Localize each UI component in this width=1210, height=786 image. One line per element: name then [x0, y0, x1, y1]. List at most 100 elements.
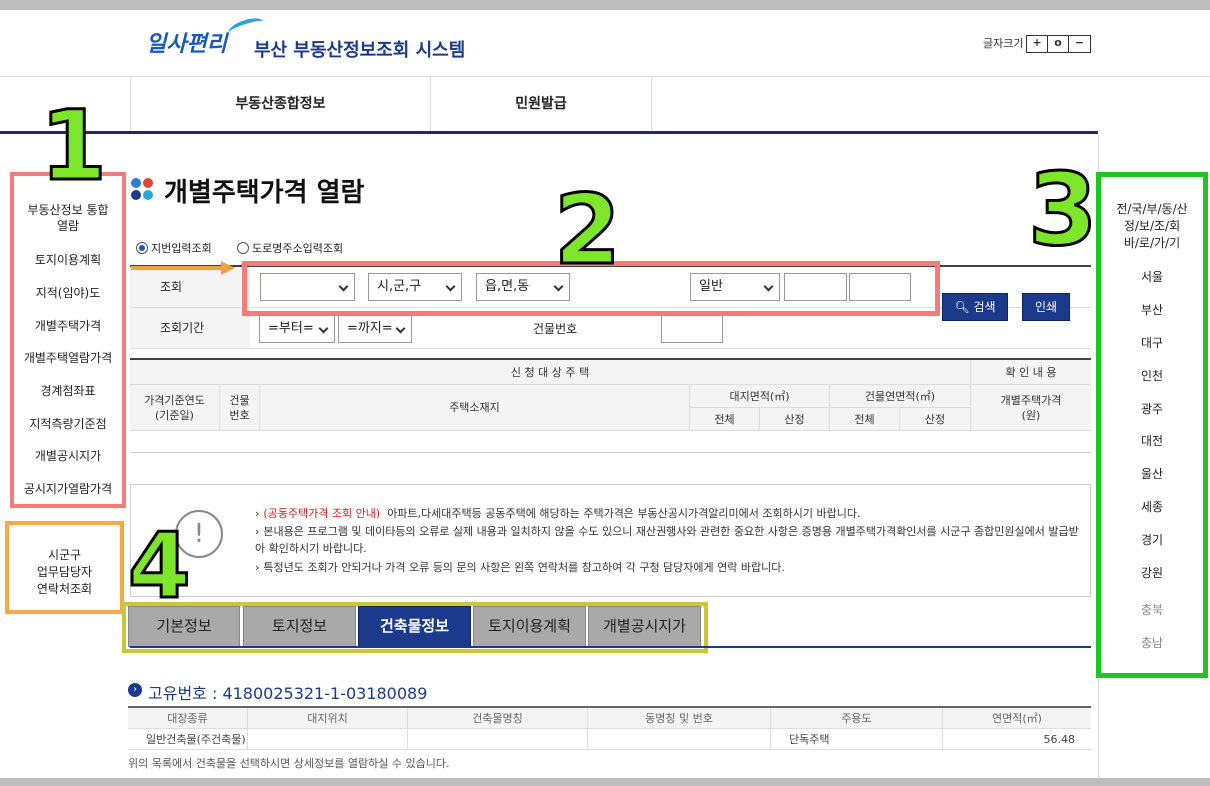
region-link-chungnam[interactable]: 충남 — [1101, 635, 1203, 652]
font-increase-button[interactable]: + — [1027, 36, 1048, 52]
region-link-gangwon[interactable]: 강원 — [1101, 565, 1203, 582]
col-land-total: 전체 — [690, 408, 760, 431]
unique-id-label: 고유번호 : 4180025321-1-03180089 — [148, 684, 428, 703]
radio-jibun-label: 지번입력조회 — [151, 242, 212, 255]
font-reset-button[interactable]: o — [1048, 36, 1069, 52]
region-link-daegu[interactable]: 대구 — [1101, 335, 1203, 352]
font-size-label: 글자크기 — [983, 37, 1024, 50]
bld-col-main-use: 주용도 — [771, 708, 943, 729]
group-header-target: 신 청 대 상 주 택 — [130, 360, 971, 385]
annotation-number-1: 1 — [39, 90, 109, 202]
menu-item-real-estate-info[interactable]: 부동산종합정보 — [131, 77, 431, 131]
chevron-down-icon — [318, 323, 329, 334]
tab-underline — [130, 646, 1091, 648]
col-house-price: 개별주택가격 (원) — [971, 385, 1091, 431]
region-link-sejong[interactable]: 세종 — [1101, 499, 1203, 516]
region-link-ulsan[interactable]: 울산 — [1101, 466, 1203, 483]
region-link-gyeonggi[interactable]: 경기 — [1101, 532, 1203, 549]
region-link-gwangju[interactable]: 광주 — [1101, 401, 1203, 418]
building-no-label: 건물번호 — [533, 322, 578, 336]
table-row-location[interactable] — [248, 729, 408, 750]
region-link-chungbuk[interactable]: 충북 — [1101, 602, 1203, 619]
bottom-bar — [0, 778, 1210, 786]
print-button[interactable]: 인쇄 — [1022, 293, 1070, 321]
sidebar-item-survey-point[interactable]: 지적측량기준점 — [14, 416, 122, 432]
col-land-area: 대지면적(㎡) — [690, 385, 830, 408]
notice-line-1-text: 아파트,다세대주택등 공동주택에 해당하는 주택가격은 부동산공시가격알리미에서… — [387, 507, 861, 520]
sidebar-item-land-use-plan[interactable]: 토지이용계획 — [14, 252, 122, 268]
building-no-input[interactable] — [661, 315, 723, 343]
table-row-floor-area[interactable]: 56.48 — [943, 729, 1091, 750]
radio-road-label: 도로명주소입력조회 — [252, 242, 344, 255]
period-from-select[interactable]: =부터= — [259, 315, 335, 343]
quick-nav-title: 전/국/부/동/산 정/보/조/회 바/로/가/기 — [1116, 202, 1188, 250]
col-building-total: 전체 — [830, 408, 900, 431]
col-address: 주택소재지 — [260, 385, 690, 431]
title-dots-icon — [131, 178, 155, 202]
radio-jibun[interactable]: 지번입력조회 — [136, 240, 212, 256]
bld-col-location: 대지위치 — [248, 708, 408, 729]
main-menu: 부동산종합정보 민원발급 — [130, 77, 652, 131]
sidebar-item-cadastral-map[interactable]: 지적(임야)도 — [14, 285, 122, 301]
chevron-down-icon — [395, 323, 406, 334]
chevron-right-icon: › — [128, 683, 142, 697]
results-table: 신 청 대 상 주 택 확 인 내 용 가격기준연도 (기준일) 건물 번호 주… — [130, 358, 1091, 431]
right-quick-nav: 전/국/부/동/산 정/보/조/회 바/로/가/기 서울 부산 대구 인천 광주… — [1096, 172, 1208, 678]
bullet-icon: › — [255, 507, 260, 520]
left-sidebar: 부동산정보 통합 열람 토지이용계획 지적(임야)도 개별주택가격 개별주택열람… — [10, 172, 126, 508]
region-link-busan[interactable]: 부산 — [1101, 302, 1203, 319]
col-building-area: 건물연면적(㎡) — [830, 385, 971, 408]
sidebar-item-integrated[interactable]: 부동산정보 통합 열람 — [14, 202, 122, 234]
menu-item-civil-service[interactable]: 민원발급 — [431, 77, 652, 131]
bld-col-dong: 동명칭 및 번호 — [588, 708, 771, 729]
sidebar-item-land-price-view[interactable]: 공시지가열람가격 — [14, 481, 122, 497]
region-link-daejeon[interactable]: 대전 — [1101, 433, 1203, 450]
contact-lookup-box[interactable]: 시군구 업무담당자 연락처조회 — [5, 521, 124, 614]
results-bottom-line — [130, 452, 1091, 453]
building-table: 대장종류 대지위치 건축물명칭 동명칭 및 번호 주용도 연면적(㎡) 일반건축… — [128, 706, 1091, 750]
page-title: 개별주택가격 열람 — [164, 178, 365, 208]
contact-line-1: 시군구 — [47, 548, 82, 562]
table-row-main-use[interactable]: 단독주택 — [771, 729, 943, 750]
radio-checked-icon — [136, 242, 148, 254]
search-button-label: 검색 — [973, 300, 996, 314]
bullet-icon: › — [255, 525, 260, 538]
notice-line-2: › 본내용은 프로그램 및 데이타등의 오류로 실제 내용과 일치하지 않을 수도… — [255, 523, 1085, 557]
contact-line-3: 연락처조회 — [36, 582, 93, 596]
radio-road-address[interactable]: 도로명주소입력조회 — [237, 240, 343, 256]
building-table-note: 위의 목록에서 건축물을 선택하시면 상세정보를 열람하실 수 있습니다. — [128, 757, 450, 770]
period-row-label: 조회기간 — [130, 308, 250, 348]
period-to-value: =까지= — [347, 321, 393, 336]
table-row-name[interactable] — [408, 729, 588, 750]
annotation-number-3: 3 — [1027, 151, 1100, 268]
annotation-arrow — [131, 266, 223, 270]
annotation-arrow-head-icon — [221, 261, 235, 275]
bullet-icon: › — [255, 561, 260, 574]
notice-line-3-text: 특정년도 조회가 안되거나 가격 오류 등의 문의 사항은 왼쪽 연락처를 참고… — [263, 561, 785, 574]
logo[interactable]: 일사편리 — [146, 26, 227, 58]
sidebar-item-house-price-view[interactable]: 개별주택열람가격 — [14, 350, 122, 366]
period-to-select[interactable]: =까지= — [338, 315, 412, 343]
table-row-dong[interactable] — [588, 729, 771, 750]
font-decrease-button[interactable]: − — [1069, 36, 1090, 52]
notice-line-1: › (공동주택가격 조회 안내) 아파트,다세대주택등 공동주택에 해당하는 주택… — [255, 505, 1085, 522]
top-bar — [0, 0, 1210, 10]
col-land-calc: 산정 — [760, 408, 830, 431]
notice-apartment-link[interactable]: (공동주택가격 조회 안내) — [263, 507, 380, 520]
col-price-year: 가격기준연도 (기준일) — [130, 385, 220, 431]
region-link-incheon[interactable]: 인천 — [1101, 368, 1203, 385]
sidebar-item-boundary-coords[interactable]: 경계점좌표 — [14, 383, 122, 399]
contact-line-2: 업무담당자 — [36, 565, 93, 579]
sidebar-item-house-price[interactable]: 개별주택가격 — [14, 318, 122, 334]
bld-col-name: 건축물명칭 — [408, 708, 588, 729]
col-building-calc: 산정 — [900, 408, 971, 431]
period-from-value: =부터= — [268, 321, 314, 336]
region-link-seoul[interactable]: 서울 — [1101, 269, 1203, 286]
bld-col-floor-area: 연면적(㎡) — [943, 708, 1091, 729]
search-icon: 🔍︎ — [954, 300, 974, 314]
system-title: 부산 부동산정보조회 시스템 — [254, 40, 466, 61]
sidebar-item-land-price[interactable]: 개별공시지가 — [14, 448, 122, 464]
annotation-number-4: 4 — [127, 514, 193, 619]
table-row-ledger-type[interactable]: 일반건축물(주건축물) — [128, 729, 248, 750]
search-button[interactable]: 🔍︎ 검색 — [942, 293, 1008, 321]
